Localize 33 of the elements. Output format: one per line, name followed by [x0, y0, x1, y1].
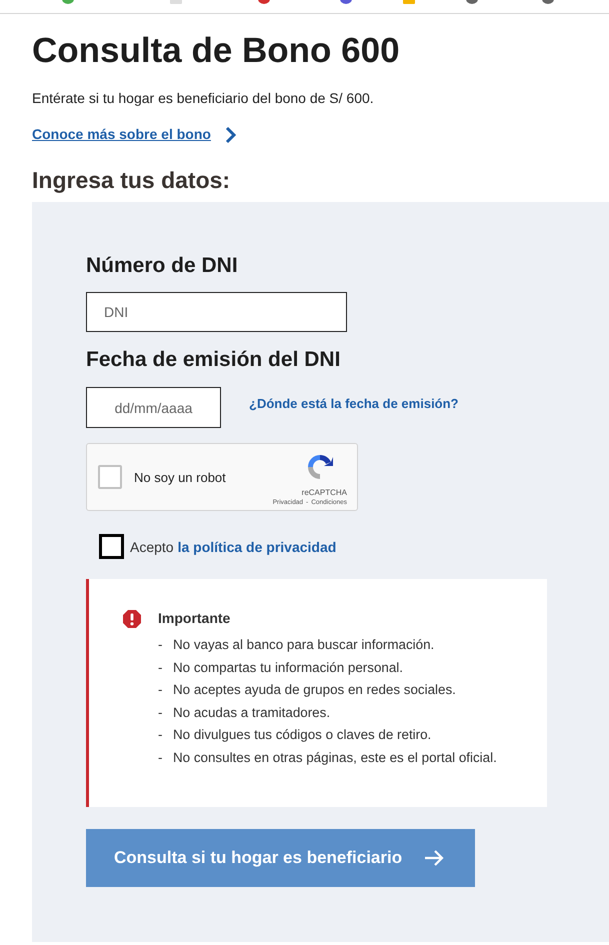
chevron-right-icon [224, 126, 237, 144]
notice-item: No acudas a tramitadores. [173, 704, 330, 722]
form-heading: Ingresa tus datos: [32, 166, 232, 194]
notice-item: No aceptes ayuda de grupos en redes sociales. [173, 681, 456, 699]
submit-button[interactable]: Consulta si tu hogar es beneficiario [86, 829, 475, 887]
consent-checkbox[interactable] [99, 534, 124, 559]
privacy-policy-link[interactable]: la política de privacidad [178, 538, 336, 554]
list-marker: - [158, 681, 164, 699]
list-marker: - [158, 658, 164, 676]
list-marker: - [158, 636, 164, 654]
notice-item: No compartas tu información personal. [173, 658, 403, 677]
more-link[interactable]: Conoce más sobre el bono [32, 126, 211, 142]
date-field[interactable]: dd/mm/aaaa [86, 387, 221, 428]
list-marker: - [158, 726, 164, 744]
list-marker: - [158, 748, 164, 766]
warning-icon [122, 609, 142, 629]
subtitle: Entérate si tu hogar es beneficiario del bono de S/ 600. [32, 89, 375, 107]
dni-field[interactable]: DNI [86, 292, 347, 332]
captcha-checkbox[interactable] [98, 465, 122, 489]
notice-title: Importante [158, 610, 232, 626]
arrow-right-icon [424, 849, 444, 867]
captcha-label: No soy un robot [134, 470, 226, 484]
recaptcha-label: reCAPTCHA [302, 488, 347, 497]
notice-item: No consultes en otras páginas, este es el portal oficial. [173, 748, 497, 767]
field-label: Fecha de emisión del DNI [86, 348, 342, 372]
consent-label: Acepto [130, 538, 174, 554]
field-label: Número de DNI [86, 254, 239, 278]
recaptcha-logo-icon [305, 452, 335, 482]
list-marker: - [158, 704, 164, 722]
notice-item: No divulgues tus códigos o claves de retiro. [173, 726, 432, 744]
help-link[interactable]: ¿Dónde está la fecha de emisión? [249, 396, 458, 411]
page-title: Consulta de Bono 600 [32, 31, 401, 71]
notice-item: No vayas al banco para buscar información. [173, 636, 434, 654]
